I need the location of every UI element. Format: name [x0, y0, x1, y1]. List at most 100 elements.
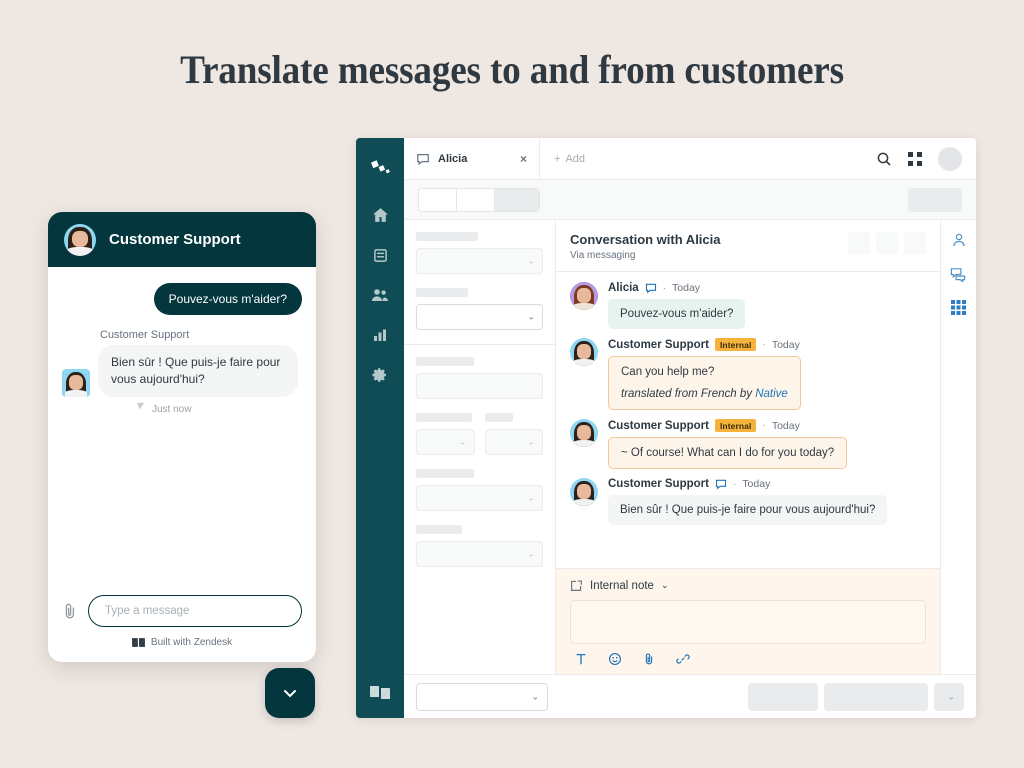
bottom-actions: ⌄: [748, 683, 964, 711]
search-icon[interactable]: [876, 151, 892, 167]
chat-bubble-icon: [645, 282, 657, 294]
meta-separator: ·: [762, 339, 765, 350]
field-label-placeholder: [416, 525, 462, 534]
plus-icon: +: [554, 153, 560, 165]
link-icon[interactable]: [676, 652, 690, 666]
page-title: Translate messages to and from customers: [36, 46, 988, 93]
segment-2[interactable]: [457, 189, 495, 211]
message-thread: Alicia · Today Pouvez-vous m'aider?: [556, 272, 940, 568]
emoji-icon[interactable]: [608, 652, 622, 666]
chevron-down-icon: ⌄: [947, 691, 955, 702]
zendesk-logo-icon[interactable]: [363, 150, 397, 184]
message-meta: Customer Support Internal · Today: [608, 338, 926, 351]
chat-bubble-icon: [416, 152, 430, 166]
conversations-icon[interactable]: [950, 266, 967, 282]
header-action-3[interactable]: [904, 232, 926, 254]
composer-toolbar: [570, 644, 926, 666]
ticket-fields-panel: ⌄ ⌄ ⌄ ⌄: [404, 220, 556, 674]
field-select-placeholder[interactable]: ⌄: [416, 485, 543, 511]
submit-dropdown-placeholder[interactable]: ⌄: [934, 683, 964, 711]
field-label-placeholder: [416, 413, 472, 422]
zendesk-logo-icon: [132, 637, 145, 648]
secondary-button-placeholder[interactable]: [748, 683, 818, 711]
avatar: [570, 419, 598, 447]
segment-1[interactable]: [419, 189, 457, 211]
chevron-down-icon: ⌄: [527, 312, 535, 323]
widget-composer: Type a message: [62, 595, 302, 627]
translation-provider-link[interactable]: Native: [755, 388, 788, 400]
avatar: [570, 282, 598, 310]
segmented-control[interactable]: [418, 188, 540, 212]
composer-channel-selector[interactable]: Internal note ⌄: [570, 579, 926, 592]
conversation-header: Conversation with Alicia Via messaging: [556, 220, 940, 272]
widget-message-input[interactable]: Type a message: [88, 595, 302, 627]
field-select-placeholder[interactable]: ⌄: [485, 429, 544, 455]
header-action-1[interactable]: [848, 232, 870, 254]
toolbar-action-placeholder[interactable]: [908, 188, 962, 212]
tab-alicia[interactable]: Alicia ×: [404, 138, 540, 179]
message-meta: Customer Support Internal · Today: [608, 419, 926, 432]
workspace-body: ⌄ ⌄ ⌄ ⌄: [404, 220, 976, 674]
avatar: [570, 478, 598, 506]
agent-avatar: [62, 369, 90, 397]
field-label-placeholder: [416, 232, 478, 241]
composer-channel-label: Internal note: [590, 580, 654, 592]
widget-launcher-button[interactable]: [265, 668, 315, 718]
field-select-placeholder[interactable]: ⌄: [416, 248, 543, 274]
text-format-icon[interactable]: [574, 652, 588, 666]
macro-select-placeholder[interactable]: ⌄: [416, 683, 548, 711]
conversation-panel: Conversation with Alicia Via messaging: [556, 220, 940, 674]
message-time: Today: [772, 420, 800, 432]
branding-label: Built with Zendesk: [151, 637, 232, 648]
home-icon[interactable]: [363, 198, 397, 232]
customers-icon[interactable]: [363, 278, 397, 312]
primary-button-placeholder[interactable]: [824, 683, 928, 711]
message-item: Customer Support Internal · Today Can yo…: [570, 338, 926, 410]
gear-icon[interactable]: [363, 358, 397, 392]
user-profile-icon[interactable]: [951, 232, 967, 248]
widget-agent-name: Customer Support: [100, 329, 302, 341]
user-avatar[interactable]: [938, 147, 962, 171]
apps-grid-icon[interactable]: [908, 152, 922, 166]
translation-text: translated from French by: [621, 388, 755, 400]
widget-branding: Built with Zendesk: [62, 637, 302, 648]
field-label-placeholder: [416, 357, 474, 366]
widget-message-time: Just now: [136, 402, 302, 416]
chevron-down-icon: ⌄: [527, 493, 535, 504]
message-author: Alicia: [608, 282, 639, 294]
add-tab-button[interactable]: + Add: [540, 138, 599, 179]
widget-header: Customer Support: [48, 212, 316, 267]
widget-title: Customer Support: [109, 231, 241, 248]
paperclip-icon[interactable]: [62, 602, 78, 620]
note-icon: [570, 579, 583, 592]
widget-agent-message: Bien sûr ! Que puis-je faire pour vous a…: [62, 345, 302, 397]
workspace-main: Alicia × + Add: [404, 138, 976, 718]
attachment-icon[interactable]: [642, 652, 656, 666]
translation-note: translated from French by Native: [621, 388, 788, 400]
apps-grid-icon[interactable]: [951, 300, 966, 315]
field-select-placeholder[interactable]: ⌄: [416, 429, 475, 455]
message-author: Customer Support: [608, 339, 709, 351]
apps-rail: [940, 220, 976, 674]
meta-separator: ·: [762, 420, 765, 431]
widget-footer: Type a message Built with Zendesk: [48, 595, 316, 662]
field-select-placeholder[interactable]: ⌄: [416, 304, 543, 330]
views-icon[interactable]: [363, 238, 397, 272]
field-select-placeholder[interactable]: ⌄: [416, 541, 543, 567]
field-label-placeholder: [416, 288, 468, 297]
composer-textarea[interactable]: [570, 600, 926, 644]
conversation-header-actions: [848, 232, 926, 254]
close-icon[interactable]: ×: [520, 152, 527, 166]
chevron-down-icon: ⌄: [527, 437, 535, 448]
segment-3-selected[interactable]: [495, 189, 539, 211]
message-bubble: Pouvez-vous m'aider?: [608, 299, 745, 329]
chat-bubble-icon: [715, 478, 727, 490]
field-input-placeholder[interactable]: [416, 373, 543, 399]
header-action-2[interactable]: [876, 232, 898, 254]
status-badge: Internal: [715, 419, 757, 432]
message-item: Customer Support · Today Bien sûr ! Que …: [570, 478, 926, 525]
bar-chart-icon[interactable]: [363, 318, 397, 352]
chevron-down-icon: ⌄: [459, 437, 467, 448]
panel-divider: [404, 344, 555, 345]
meta-separator: ·: [733, 479, 736, 490]
